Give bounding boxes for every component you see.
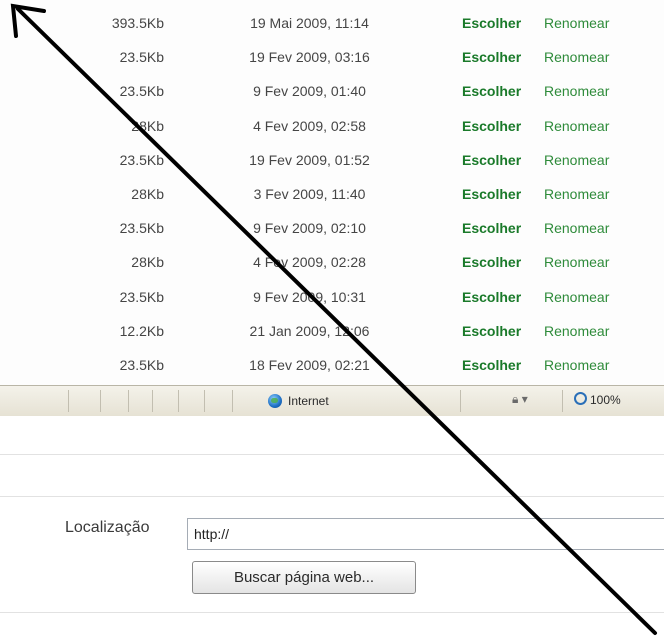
file-date: 19 Fev 2009, 03:16 xyxy=(249,49,370,66)
file-date: 19 Mai 2009, 11:14 xyxy=(250,15,369,31)
file-row: 28Kb 3 Fev 2009, 11:40 Escolher Renomear xyxy=(0,177,664,211)
rename-link[interactable]: Renomear xyxy=(544,49,609,65)
divider xyxy=(0,496,664,497)
file-size: 23.5Kb xyxy=(119,357,164,373)
file-date: 4 Fev 2009, 02:58 xyxy=(253,117,366,134)
chevron-down-icon: ▾ xyxy=(521,392,528,406)
rename-link[interactable]: Renomear xyxy=(544,15,609,31)
choose-link[interactable]: Escolher xyxy=(462,357,521,373)
divider xyxy=(0,612,664,613)
rename-link[interactable]: Renomear xyxy=(544,152,609,168)
url-input[interactable] xyxy=(187,518,664,550)
status-divider xyxy=(204,390,205,412)
choose-link[interactable]: Escolher xyxy=(462,323,521,339)
magnifier-icon xyxy=(574,392,587,405)
protected-mode-button[interactable]: 🔒︎ ▾ xyxy=(512,392,528,407)
choose-link[interactable]: Escolher xyxy=(462,220,521,236)
file-size: 23.5Kb xyxy=(119,83,164,100)
file-size: 12.2Kb xyxy=(119,322,164,339)
status-divider xyxy=(460,390,461,412)
rename-link[interactable]: Renomear xyxy=(544,254,609,270)
status-divider xyxy=(100,390,101,412)
file-date: 9 Fev 2009, 01:40 xyxy=(253,83,366,100)
divider xyxy=(0,454,664,455)
choose-link[interactable]: Escolher xyxy=(462,254,521,270)
file-size: 23.5Kb xyxy=(119,49,164,66)
choose-link[interactable]: Escolher xyxy=(462,152,521,168)
file-date: 9 Fev 2009, 02:10 xyxy=(253,220,366,237)
zone-label: Internet xyxy=(288,394,329,408)
rename-link[interactable]: Renomear xyxy=(544,289,609,305)
lock-icon: 🔒︎ xyxy=(512,392,519,406)
file-row: 23.5Kb 19 Fev 2009, 03:16 Escolher Renomear xyxy=(0,40,664,74)
status-divider xyxy=(128,390,129,412)
file-row: 393.5Kb 19 Mai 2009, 11:14 Escolher Renomea… xyxy=(0,6,664,40)
zoom-label: 100% xyxy=(590,393,621,407)
fetch-webpage-button[interactable]: Buscar página web... xyxy=(192,561,416,594)
file-list: 393.5Kb 19 Mai 2009, 11:14 Escolher Renomea… xyxy=(0,0,664,385)
status-divider xyxy=(152,390,153,412)
file-size: 393.5Kb xyxy=(111,15,164,31)
file-date: 21 Jan 2009, 12:06 xyxy=(249,322,370,339)
choose-link[interactable]: Escolher xyxy=(462,186,521,202)
file-size: 28Kb xyxy=(131,117,164,134)
file-size: 23.5Kb xyxy=(119,151,164,168)
file-date: 3 Fev 2009, 11:40 xyxy=(253,186,366,202)
status-divider xyxy=(232,390,233,412)
security-zone[interactable]: Internet xyxy=(268,392,329,410)
file-size: 23.5Kb xyxy=(119,288,164,305)
file-row: 23.5Kb 9 Fev 2009, 01:40 Escolher Renomear xyxy=(0,74,664,108)
file-row: 23.5Kb 19 Fev 2009, 01:52 Escolher Renomear xyxy=(0,143,664,177)
file-date: 19 Fev 2009, 01:52 xyxy=(249,151,370,168)
zoom-button[interactable]: 100% xyxy=(574,392,621,407)
browser-status-bar: Internet 🔒︎ ▾ 100% xyxy=(0,385,664,417)
file-row: 23.5Kb 18 Fev 2009, 02:21 Escolher Renomear xyxy=(0,348,664,382)
rename-link[interactable]: Renomear xyxy=(544,83,609,99)
file-row: 28Kb 4 Fev 2009, 02:28 Escolher Renomear xyxy=(0,245,664,279)
file-date: 18 Fev 2009, 02:21 xyxy=(249,357,370,373)
rename-link[interactable]: Renomear xyxy=(544,220,609,236)
file-date: 4 Fev 2009, 02:28 xyxy=(253,254,366,271)
file-date: 9 Fev 2009, 10:31 xyxy=(253,288,366,305)
status-divider xyxy=(562,390,563,412)
file-row: 28Kb 4 Fev 2009, 02:58 Escolher Renomear xyxy=(0,109,664,143)
file-row: 23.5Kb 9 Fev 2009, 02:10 Escolher Renomear xyxy=(0,211,664,245)
file-row: 23.5Kb 9 Fev 2009, 10:31 Escolher Renomear xyxy=(0,280,664,314)
file-row: 12.2Kb 21 Jan 2009, 12:06 Escolher Renomear xyxy=(0,314,664,348)
choose-link[interactable]: Escolher xyxy=(462,118,521,134)
globe-icon xyxy=(268,394,282,408)
status-divider xyxy=(178,390,179,412)
rename-link[interactable]: Renomear xyxy=(544,323,609,339)
rename-link[interactable]: Renomear xyxy=(544,186,609,202)
choose-link[interactable]: Escolher xyxy=(462,83,521,99)
choose-link[interactable]: Escolher xyxy=(462,289,521,305)
status-divider xyxy=(68,390,69,412)
file-size: 28Kb xyxy=(131,186,164,202)
location-label: Localização xyxy=(65,519,150,536)
choose-link[interactable]: Escolher xyxy=(462,49,521,65)
rename-link[interactable]: Renomear xyxy=(544,118,609,134)
choose-link[interactable]: Escolher xyxy=(462,15,521,31)
file-size: 23.5Kb xyxy=(119,220,164,237)
file-size: 28Kb xyxy=(131,254,164,271)
rename-link[interactable]: Renomear xyxy=(544,357,609,373)
